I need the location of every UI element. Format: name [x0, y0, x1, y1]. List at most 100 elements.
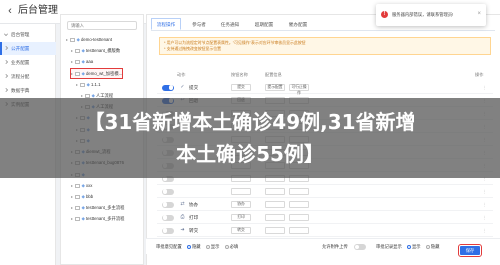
radio-record-hide-label: 隐藏: [430, 244, 440, 249]
button-name-input[interactable]: 转交: [231, 227, 251, 234]
tree-checkbox[interactable]: [70, 37, 75, 43]
nav-item-0[interactable]: 后台管理: [0, 28, 56, 41]
chevron-icon: [4, 74, 8, 78]
nav-item-1[interactable]: 公开配置: [0, 42, 56, 55]
page-title: 后台管理: [18, 5, 58, 16]
tree-node-label: demo_wt_加密模...: [85, 71, 123, 76]
approval-config: 审批意见配置 隐藏 显示 必填: [156, 242, 238, 251]
chevron-icon: [4, 46, 8, 50]
config-input[interactable]: [289, 188, 309, 195]
nav-item-label: 公开配置: [11, 46, 30, 51]
action-toggle[interactable]: [162, 188, 174, 195]
tree-node-label: bbb: [85, 194, 94, 199]
tab-2[interactable]: 任务通知: [215, 18, 245, 30]
tree-node-label: testtenant_多主流程: [85, 205, 125, 210]
notice-box: * 用户可以为流程定时节点配置表属性。"可见操作"表示对应环节审核员显示此按钮 …: [159, 37, 491, 55]
close-icon[interactable]: ×: [477, 10, 481, 18]
folder-icon: ◆: [81, 194, 85, 199]
drag-handle-icon[interactable]: ⋮: [483, 85, 488, 90]
config-input[interactable]: [289, 227, 309, 234]
tree-checkbox[interactable]: [75, 71, 80, 77]
tree-node[interactable]: ▸ ◆bbb: [71, 192, 93, 201]
radio-approval-required[interactable]: [224, 244, 229, 249]
tree-node-label: testtenant_模版数: [85, 48, 121, 53]
column-header-operation: 操作: [475, 72, 484, 77]
nav-item-2[interactable]: 业务配置: [0, 56, 56, 69]
tree-node[interactable]: ▸ ◆testtenant_模版数: [71, 46, 120, 55]
tab-0[interactable]: 流程操作: [151, 18, 181, 30]
tree-checkbox[interactable]: [75, 183, 80, 189]
tree-node[interactable]: ▸ ◆testtenant_多开流程: [71, 214, 124, 223]
tree-node[interactable]: ▸ ◆demo_wt_加密模...: [69, 68, 124, 79]
radio-approval-hide-label: 隐藏: [191, 244, 201, 249]
nav-item-label: 数据字典: [11, 88, 30, 93]
radio-approval-show[interactable]: [205, 244, 210, 249]
tree-search-input[interactable]: [67, 21, 137, 30]
folder-icon: ◆: [81, 205, 85, 210]
radio-approval-required-label: 必填: [229, 244, 239, 249]
button-name-input[interactable]: 提交: [231, 84, 251, 91]
tab-1[interactable]: 参与者: [185, 18, 213, 30]
tree-node[interactable]: ▸ ◆1.1.1: [76, 80, 101, 89]
action-toggle[interactable]: [162, 214, 174, 221]
tree-node[interactable]: ▸ ◆demo-testtenant: [66, 35, 112, 44]
back-arrow-icon[interactable]: ‹: [4, 5, 16, 17]
action-toggle[interactable]: [162, 201, 174, 208]
toast-message: 服务器内部错误，请联系管理员!: [392, 12, 454, 17]
button-name-input[interactable]: 打印: [231, 214, 251, 221]
drag-handle-icon[interactable]: ⋮: [483, 189, 488, 194]
config-input[interactable]: 可行止操作: [289, 84, 309, 95]
drag-handle-icon[interactable]: ⋮: [483, 202, 488, 207]
tree-node[interactable]: ▸ ◆testtenant_多主流程: [71, 203, 124, 212]
column-header-config: 配置信息: [265, 72, 282, 77]
tree-checkbox[interactable]: [75, 48, 80, 54]
folder-icon: ◆: [81, 216, 85, 221]
action-row: ➜ 转交 转交 ⋮: [157, 224, 493, 237]
config-input[interactable]: [265, 227, 285, 234]
folder-icon: ◆: [81, 59, 85, 64]
column-header-button-name: 按钮名称: [231, 72, 248, 77]
button-name-input[interactable]: 协办: [231, 201, 251, 208]
drag-handle-icon[interactable]: ⋮: [483, 228, 488, 233]
config-input[interactable]: [265, 188, 285, 195]
action-name: 协办: [189, 202, 199, 207]
nav-item-label: 业务配置: [11, 60, 30, 65]
button-name-input[interactable]: [231, 188, 251, 195]
tree-checkbox[interactable]: [75, 59, 80, 65]
drag-handle-icon[interactable]: ⋮: [483, 215, 488, 220]
action-row: ⇄ 协办 协办 ⋮: [157, 198, 493, 211]
save-button[interactable]: 保存: [458, 244, 482, 257]
radio-record-hide[interactable]: [425, 244, 430, 249]
folder-icon: ◆: [81, 71, 85, 76]
tree-node[interactable]: ▸ ◆aaa: [71, 57, 93, 66]
error-icon: !: [381, 11, 388, 18]
tree-node[interactable]: ▸ ◆xxx: [71, 181, 92, 190]
action-toggle[interactable]: [162, 227, 174, 234]
config-input[interactable]: [265, 201, 285, 208]
tab-3[interactable]: 超期配置: [249, 18, 279, 30]
nav-item-3[interactable]: 流程分配: [0, 70, 56, 83]
chevron-icon: [4, 32, 8, 36]
submit-icon: ✓: [180, 84, 185, 90]
radio-record-show[interactable]: [406, 244, 411, 249]
tab-4[interactable]: 催办配置: [283, 18, 313, 30]
error-toast: ! 服务器内部错误，请联系管理员! ×: [376, 4, 486, 26]
tree-checkbox[interactable]: [80, 82, 85, 88]
config-input[interactable]: [289, 214, 309, 221]
nav-item-label: 流程分配: [11, 74, 30, 79]
nav-item-4[interactable]: 数据字典: [0, 84, 56, 97]
upload-toggle[interactable]: [354, 244, 366, 250]
tree-node-label: demo-testtenant: [80, 37, 113, 42]
radio-approval-hide[interactable]: [186, 244, 191, 249]
action-toggle[interactable]: [162, 84, 174, 91]
tree-checkbox[interactable]: [75, 194, 80, 200]
tree-checkbox[interactable]: [75, 216, 80, 222]
config-input[interactable]: [289, 201, 309, 208]
config-input[interactable]: 提示配置: [265, 84, 285, 91]
config-input[interactable]: [265, 214, 285, 221]
tab-divider: [151, 30, 495, 31]
tree-checkbox[interactable]: [75, 205, 80, 211]
notice-line-2: * 支持通过拖拽改变按钮显示位置: [164, 46, 222, 51]
watermark-line-2: 本土确诊55例】: [176, 142, 324, 166]
approval-config-label: 审批意见配置: [156, 244, 182, 249]
